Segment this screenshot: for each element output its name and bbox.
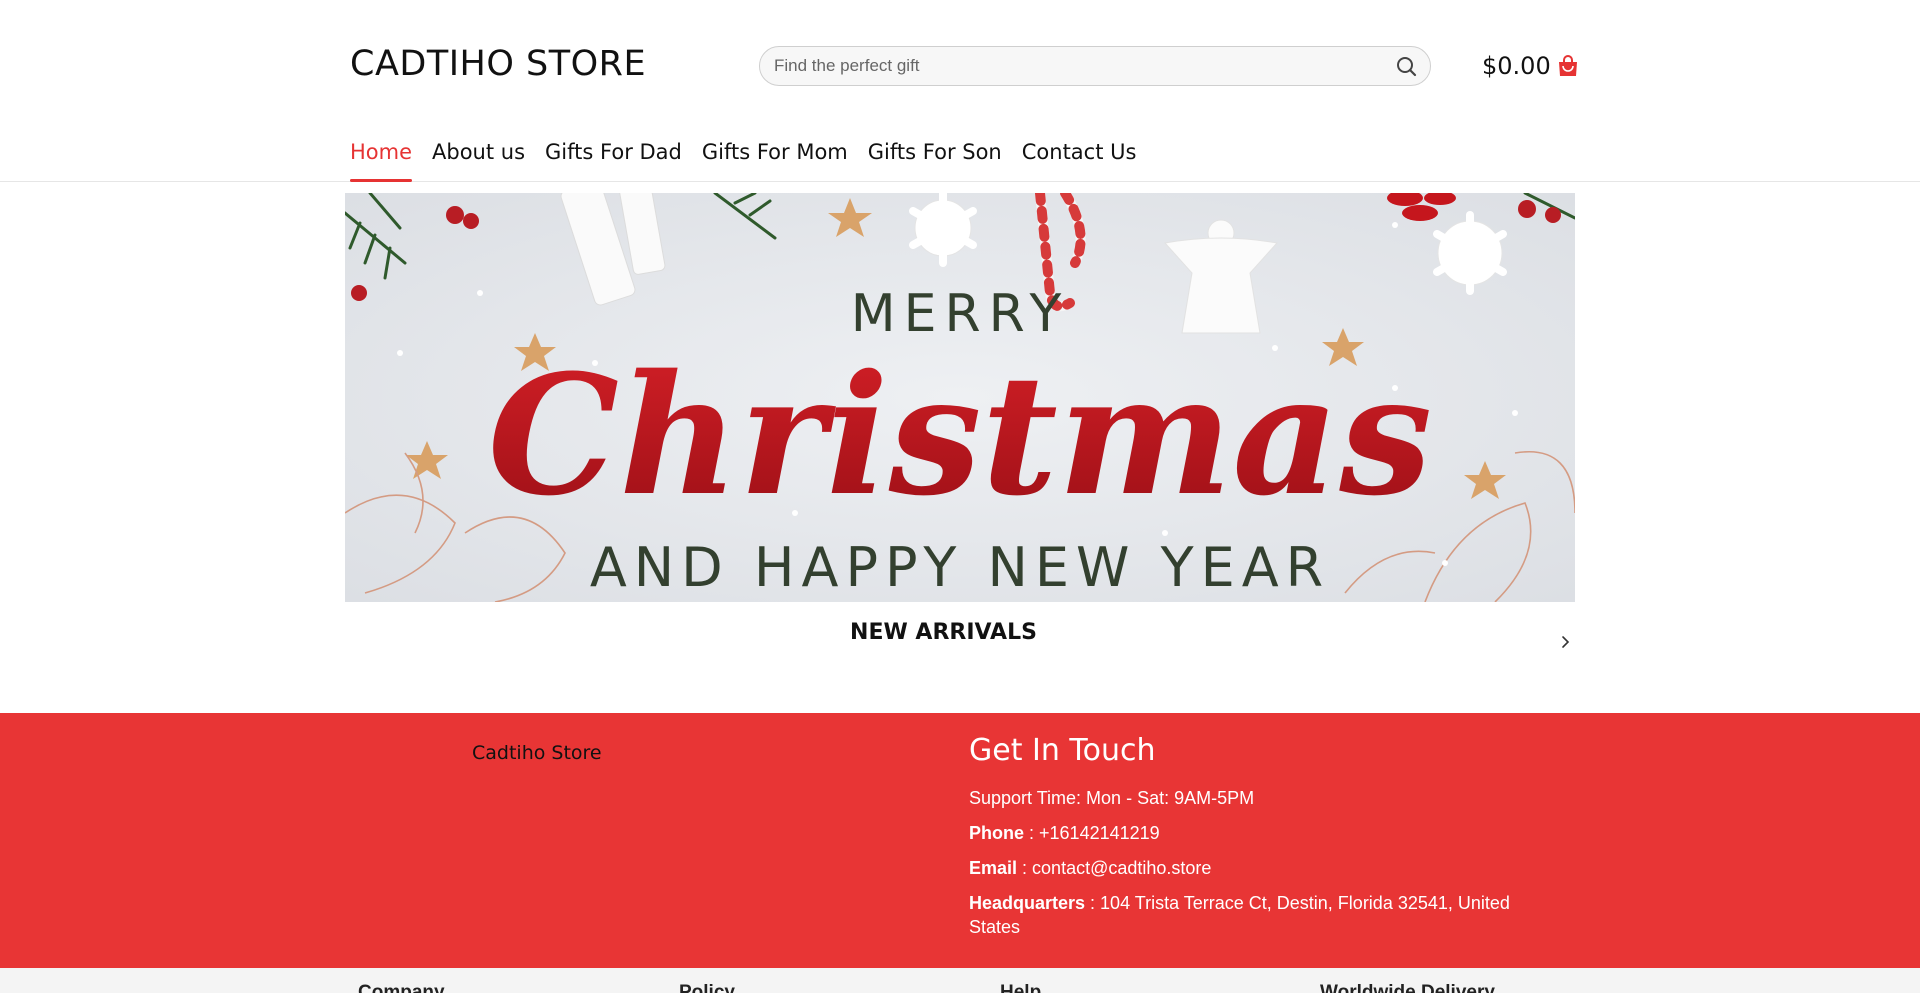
footer-links-bar: Company Policy Help Worldwide Delivery xyxy=(0,968,1920,993)
footer-column-help[interactable]: Help xyxy=(1000,982,1041,993)
support-time: Support Time: Mon - Sat: 9AM-5PM xyxy=(969,788,1255,808)
phone-label: Phone xyxy=(969,823,1025,843)
phone-line: Phone : +16142141219 xyxy=(969,821,1559,845)
footer-store-link[interactable]: Cadtiho Store xyxy=(472,742,602,764)
site-footer: Cadtiho Store Get In Touch Support Time:… xyxy=(0,713,1920,968)
footer-column-policy[interactable]: Policy xyxy=(679,982,735,993)
footer-column-worldwide-delivery[interactable]: Worldwide Delivery xyxy=(1320,982,1495,993)
store-logo[interactable]: CADTIHO STORE xyxy=(350,44,646,84)
nav-item-gifts-for-mom[interactable]: Gifts For Mom xyxy=(702,140,848,182)
email-separator: : xyxy=(1017,858,1033,878)
search-input[interactable] xyxy=(774,47,1374,85)
email-label: Email xyxy=(969,858,1018,878)
get-in-touch-title: Get In Touch xyxy=(969,733,1156,768)
banner-christmas-text: Christmas xyxy=(488,338,1432,532)
nav-item-home[interactable]: Home xyxy=(350,140,413,182)
chevron-right-icon[interactable] xyxy=(1558,632,1574,652)
email-line: Email : contact@cadtiho.store xyxy=(969,856,1559,880)
headquarters-line: Headquarters : 104 Trista Terrace Ct, De… xyxy=(969,891,1559,939)
nav-item-about-us[interactable]: About us xyxy=(432,140,525,182)
footer-column-company[interactable]: Company xyxy=(358,982,445,993)
nav-item-gifts-for-son[interactable]: Gifts For Son xyxy=(868,140,1002,182)
shopping-bag-icon xyxy=(1557,54,1579,78)
nav-item-gifts-for-dad[interactable]: Gifts For Dad xyxy=(545,140,682,182)
site-header: CADTIHO STORE $0.00 Home About us Gifts … xyxy=(0,0,1920,182)
search-bar xyxy=(759,46,1431,86)
get-in-touch-section: Get In Touch Support Time: Mon - Sat: 9A… xyxy=(969,733,1559,950)
nav-item-contact-us[interactable]: Contact Us xyxy=(1022,140,1137,182)
cart-button[interactable]: $0.00 xyxy=(1482,50,1579,82)
main-nav: Home About us Gifts For Dad Gifts For Mo… xyxy=(350,140,1136,182)
cart-total: $0.00 xyxy=(1482,52,1551,80)
banner-new-year-text: AND HAPPY NEW YEAR xyxy=(590,536,1330,599)
christmas-banner[interactable]: MERRY Christmas AND HAPPY NEW YEAR xyxy=(345,193,1575,602)
email-link[interactable]: contact@cadtiho.store xyxy=(1032,858,1211,878)
phone-number[interactable]: : +16142141219 xyxy=(1024,823,1160,843)
search-icon[interactable] xyxy=(1394,54,1420,80)
banner-merry-text: MERRY xyxy=(851,284,1069,344)
new-arrivals-title: NEW ARRIVALS xyxy=(850,620,1037,645)
headquarters-label: Headquarters xyxy=(969,893,1086,913)
